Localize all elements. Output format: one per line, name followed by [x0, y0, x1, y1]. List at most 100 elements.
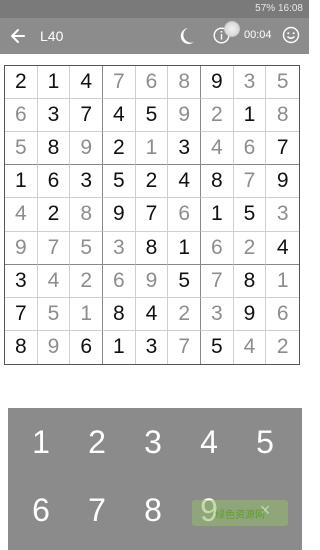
- board-cell[interactable]: 3: [5, 264, 38, 298]
- board-cell[interactable]: 7: [5, 297, 38, 331]
- board-cell[interactable]: 7: [70, 99, 103, 133]
- board-cell[interactable]: 2: [233, 231, 267, 265]
- board-cell[interactable]: 1: [233, 99, 267, 133]
- board-cell[interactable]: 9: [70, 132, 103, 166]
- sudoku-board: 2147689356374592185892134671635248794289…: [4, 65, 300, 365]
- board-cell[interactable]: 6: [103, 264, 136, 298]
- status-text: 57% 16:08: [255, 3, 303, 14]
- board-cell[interactable]: 8: [233, 264, 267, 298]
- board-cell[interactable]: 7: [103, 66, 136, 100]
- board-cell[interactable]: 9: [168, 99, 201, 133]
- board-cell[interactable]: 7: [233, 165, 267, 199]
- key-8[interactable]: 8: [125, 480, 181, 540]
- board-cell[interactable]: 8: [103, 297, 136, 331]
- board-cell[interactable]: 4: [168, 165, 201, 199]
- board-cell[interactable]: 6: [135, 66, 169, 100]
- key-1[interactable]: 1: [13, 412, 69, 472]
- board-cell[interactable]: 7: [201, 264, 234, 298]
- board-cell[interactable]: 4: [70, 66, 103, 100]
- board-cell[interactable]: 2: [201, 99, 234, 133]
- key-7[interactable]: 7: [69, 480, 125, 540]
- board-cell[interactable]: 9: [135, 264, 169, 298]
- board-cell[interactable]: 6: [201, 231, 234, 265]
- board-cell[interactable]: 8: [37, 132, 71, 166]
- key-5[interactable]: 5: [237, 412, 293, 472]
- key-2[interactable]: 2: [69, 412, 125, 472]
- board-cell[interactable]: 9: [201, 66, 234, 100]
- clock: 16:08: [277, 3, 303, 14]
- board-cell[interactable]: 3: [266, 198, 299, 232]
- board-cell[interactable]: 9: [233, 297, 267, 331]
- board-cell[interactable]: 2: [135, 165, 169, 199]
- board-cell[interactable]: 9: [266, 165, 299, 199]
- back-arrow-icon[interactable]: [8, 26, 28, 46]
- board-cell[interactable]: 7: [37, 231, 71, 265]
- board-cell[interactable]: 9: [103, 198, 136, 232]
- key-6[interactable]: 6: [13, 480, 69, 540]
- board-cell[interactable]: 6: [37, 165, 71, 199]
- board-cell[interactable]: 4: [234, 330, 267, 364]
- moon-icon[interactable]: [178, 26, 196, 46]
- smiley-icon[interactable]: [282, 26, 300, 44]
- board-cell[interactable]: 1: [201, 198, 234, 232]
- board-cell[interactable]: 6: [70, 330, 103, 364]
- board-cell[interactable]: 5: [37, 297, 71, 331]
- board-cell[interactable]: 1: [37, 66, 71, 100]
- board-cell[interactable]: 5: [70, 231, 103, 265]
- board-cell[interactable]: 1: [5, 165, 38, 199]
- board-cell[interactable]: 3: [136, 330, 169, 364]
- board-cell[interactable]: 3: [233, 66, 267, 100]
- board-cell[interactable]: 6: [168, 198, 201, 232]
- level-label: L40: [40, 28, 64, 44]
- board-cell[interactable]: 4: [5, 198, 38, 232]
- number-keypad: 123456789×: [8, 408, 302, 550]
- board-cell[interactable]: 3: [70, 165, 103, 199]
- board-cell[interactable]: 5: [201, 330, 234, 364]
- board-cell[interactable]: 7: [266, 132, 299, 166]
- board-cell[interactable]: 2: [70, 264, 103, 298]
- board-cell[interactable]: 2: [5, 66, 38, 100]
- key-3[interactable]: 3: [125, 412, 181, 472]
- board-cell[interactable]: 6: [266, 298, 299, 331]
- board-cell[interactable]: 8: [168, 66, 201, 100]
- board-cell[interactable]: 8: [70, 198, 103, 232]
- board-cell[interactable]: 2: [37, 198, 71, 232]
- board-cell[interactable]: 5: [5, 132, 38, 166]
- board-cell[interactable]: 2: [266, 331, 299, 364]
- board-cell[interactable]: 7: [135, 198, 169, 232]
- board-cell[interactable]: 9: [38, 330, 71, 364]
- timer: 00:04: [244, 29, 272, 41]
- board-cell[interactable]: 3: [103, 231, 136, 265]
- board-cell[interactable]: 4: [103, 99, 136, 133]
- board-cell[interactable]: 8: [5, 330, 38, 364]
- board-cell[interactable]: 5: [103, 165, 136, 199]
- board-cell[interactable]: 1: [135, 132, 169, 166]
- board-cell[interactable]: 6: [5, 99, 38, 133]
- board-cell[interactable]: 5: [266, 66, 299, 100]
- board-cell[interactable]: 2: [168, 297, 201, 331]
- board-cell[interactable]: 5: [233, 198, 267, 232]
- board-cell[interactable]: 3: [168, 132, 201, 166]
- board-cell[interactable]: 2: [103, 132, 136, 166]
- board-cell[interactable]: 4: [201, 132, 234, 166]
- board-cell[interactable]: 9: [5, 231, 38, 265]
- board-cell[interactable]: 8: [201, 165, 234, 199]
- board-cell[interactable]: 5: [135, 99, 169, 133]
- battery-level: 57%: [255, 3, 276, 14]
- board-cell[interactable]: 1: [103, 330, 136, 364]
- board-cell[interactable]: 3: [37, 99, 71, 133]
- board-cell[interactable]: 1: [168, 231, 201, 265]
- board-cell[interactable]: 1: [266, 265, 299, 298]
- board-cell[interactable]: 7: [168, 330, 201, 364]
- board-cell[interactable]: 1: [70, 297, 103, 331]
- board-cell[interactable]: 8: [266, 99, 299, 133]
- watermark: 绿色资源网: [192, 500, 288, 526]
- board-cell[interactable]: 6: [233, 132, 267, 166]
- board-cell[interactable]: 8: [135, 231, 169, 265]
- board-cell[interactable]: 4: [266, 232, 299, 265]
- board-cell[interactable]: 4: [37, 264, 71, 298]
- board-cell[interactable]: 5: [168, 264, 201, 298]
- board-cell[interactable]: 3: [201, 297, 234, 331]
- key-4[interactable]: 4: [181, 412, 237, 472]
- board-cell[interactable]: 4: [135, 297, 169, 331]
